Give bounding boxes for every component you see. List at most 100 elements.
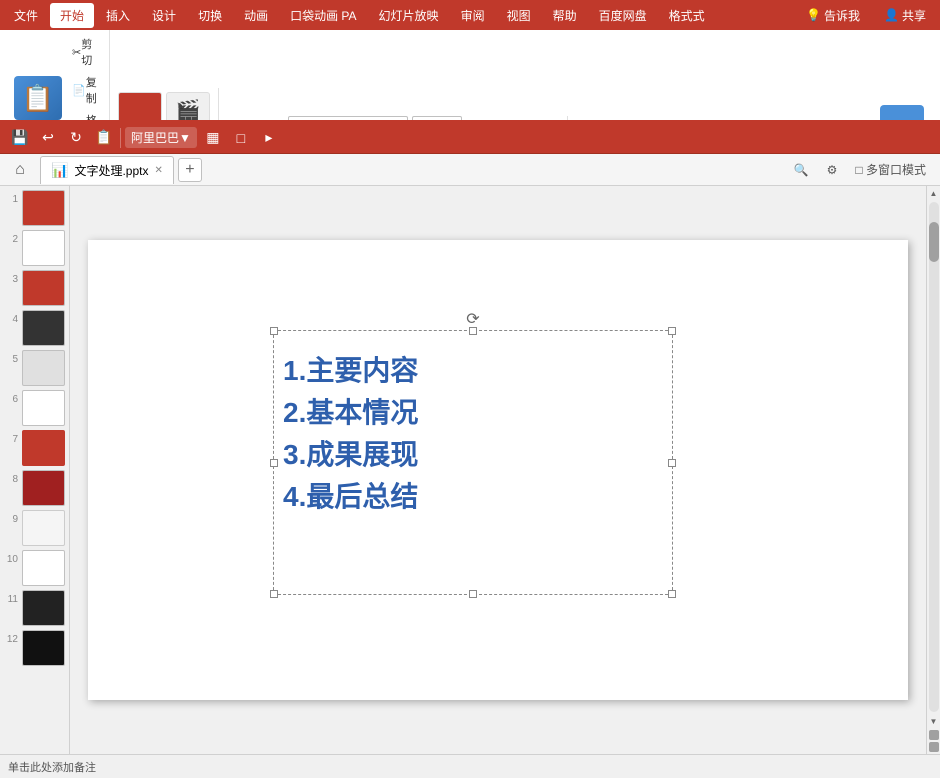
- slide-img-11: [22, 590, 65, 626]
- scroll-down-button[interactable]: ▼: [927, 714, 940, 728]
- menu-insert[interactable]: 插入: [96, 3, 140, 28]
- save-quick-button[interactable]: 💾: [8, 126, 32, 150]
- settings-tab-btn[interactable]: ⚙: [821, 161, 844, 179]
- quick-access-toolbar: 💾 ↩ ↻ 📋 阿里巴巴▼ ▦ □ ▸: [0, 122, 940, 154]
- rotate-handle[interactable]: ⟳: [466, 309, 479, 329]
- share-icon: 👤: [884, 8, 899, 22]
- menu-animation[interactable]: 动画: [234, 3, 278, 28]
- tab-bar: ⌂ 📊 文字处理.pptx ✕ + 🔍 ⚙ □ 多窗口模式: [0, 154, 940, 186]
- slide-thumb-4[interactable]: 4: [4, 310, 65, 346]
- paste-button[interactable]: 📋: [12, 74, 64, 122]
- clipboard-group: 📋 ✂ 剪切 📄 复制 🖌 格式刷 剪贴板: [4, 30, 110, 122]
- clipboard-quick-button[interactable]: 📋: [92, 126, 116, 150]
- save-to-baidu-button[interactable]: ☁ 保存到 百度网盘: [874, 103, 930, 122]
- format-painter-button[interactable]: 🖌 格式刷: [68, 110, 101, 122]
- handle-tl[interactable]: [270, 327, 278, 335]
- menu-bar: 文件 开始 插入 设计 切换 动画 口袋动画 PA 幻灯片放映 审阅 视图 帮助…: [0, 0, 940, 30]
- slide-thumb-8[interactable]: 8: [4, 470, 65, 506]
- slide-num-3: 3: [4, 274, 18, 285]
- font-name-quick[interactable]: 阿里巴巴▼: [125, 127, 197, 148]
- canvas-area: ⟳ 1.主要内容 2.基本情况 3.成果展现 4.最后总结: [70, 186, 926, 754]
- handle-bl[interactable]: [270, 590, 278, 598]
- menu-home[interactable]: 开始: [50, 3, 94, 28]
- scroll-zoom-in[interactable]: [929, 730, 939, 740]
- handle-tr[interactable]: [668, 327, 676, 335]
- slide-num-7: 7: [4, 434, 18, 445]
- slide-img-7: [22, 430, 65, 466]
- add-animation-button[interactable]: 🎬: [166, 92, 210, 122]
- menu-slideshow[interactable]: 幻灯片放映: [369, 3, 449, 28]
- text-line-1: 1.主要内容: [283, 350, 663, 392]
- slide-thumb-3[interactable]: 3: [4, 270, 65, 306]
- multi-window-btn[interactable]: □ 多窗口模式: [849, 159, 932, 180]
- slide-img-3: [22, 270, 65, 306]
- slide-num-1: 1: [4, 194, 18, 205]
- menu-design[interactable]: 设计: [142, 3, 186, 28]
- tab-file[interactable]: 📊 文字处理.pptx ✕: [40, 156, 174, 184]
- slide-thumb-5[interactable]: 5: [4, 350, 65, 386]
- online-slides-group: 🎬 在线幻灯片 新加动画页 在线幻灯片: [110, 88, 219, 122]
- menu-bar-right: 💡 告诉我 👤 共享: [796, 3, 936, 28]
- slide-num-11: 11: [4, 594, 18, 605]
- menu-format[interactable]: 格式式: [659, 3, 715, 28]
- slide-thumb-10[interactable]: 10: [4, 550, 65, 586]
- slide-img-4: [22, 310, 65, 346]
- toolbar-display-button[interactable]: ▦: [201, 126, 225, 150]
- slide-img-1: [22, 190, 65, 226]
- menu-pocket-animation[interactable]: 口袋动画 PA: [280, 3, 366, 28]
- menu-share[interactable]: 👤 共享: [874, 3, 936, 28]
- slide-num-12: 12: [4, 634, 18, 645]
- menu-review[interactable]: 审阅: [451, 3, 495, 28]
- redo-button[interactable]: ↻: [64, 126, 88, 150]
- scroll-thumb[interactable]: [929, 222, 939, 262]
- slide-thumb-2[interactable]: 2: [4, 230, 65, 266]
- menu-view[interactable]: 视图: [497, 3, 541, 28]
- status-notes[interactable]: 单击此处添加备注: [8, 759, 96, 775]
- lightbulb-icon: 💡: [806, 8, 821, 22]
- menu-file[interactable]: 文件: [4, 3, 48, 28]
- slide-thumb-12[interactable]: 12: [4, 630, 65, 666]
- scroll-zoom-out[interactable]: [929, 742, 939, 752]
- slide-panel: 1 2 3 4 5 6 7 8: [0, 186, 70, 754]
- slide-img-6: [22, 390, 65, 426]
- handle-bc[interactable]: [469, 590, 477, 598]
- slide-num-2: 2: [4, 234, 18, 245]
- slide-img-5: [22, 350, 65, 386]
- slide-thumb-9[interactable]: 9: [4, 510, 65, 546]
- scroll-track[interactable]: [929, 202, 939, 712]
- cut-button[interactable]: ✂ 剪切: [68, 34, 101, 70]
- undo-button[interactable]: ↩: [36, 126, 60, 150]
- toolbar-window-button[interactable]: □: [229, 126, 253, 150]
- search-tab-btn[interactable]: 🔍: [788, 161, 815, 179]
- menu-help[interactable]: 帮助: [543, 3, 587, 28]
- slide-img-2: [22, 230, 65, 266]
- slide-num-9: 9: [4, 514, 18, 525]
- handle-br[interactable]: [668, 590, 676, 598]
- slide-num-5: 5: [4, 354, 18, 365]
- online-slides-button[interactable]: [118, 92, 162, 122]
- online-slides-row: 🎬: [118, 92, 210, 122]
- slide-thumb-6[interactable]: 6: [4, 390, 65, 426]
- text-line-2: 2.基本情况: [283, 392, 663, 434]
- slide-text-content[interactable]: 1.主要内容 2.基本情况 3.成果展现 4.最后总结: [273, 340, 673, 528]
- scroll-side-buttons: [927, 728, 940, 754]
- slide-img-9: [22, 510, 65, 546]
- toolbar-more-button[interactable]: ▸: [257, 126, 281, 150]
- menu-transition[interactable]: 切换: [188, 3, 232, 28]
- main-layout: 1 2 3 4 5 6 7 8: [0, 186, 940, 754]
- menu-baidu[interactable]: 百度网盘: [589, 3, 657, 28]
- slide-thumb-1[interactable]: 1: [4, 190, 65, 226]
- home-tab-icon[interactable]: ⌂: [8, 158, 32, 182]
- slide-thumb-7[interactable]: 7: [4, 430, 65, 466]
- copy-button[interactable]: 📄 复制: [68, 72, 101, 108]
- handle-tc[interactable]: [469, 327, 477, 335]
- tab-close-button[interactable]: ✕: [154, 165, 162, 176]
- add-tab-button[interactable]: +: [178, 158, 202, 182]
- scroll-up-button[interactable]: ▲: [927, 186, 940, 200]
- slide-num-10: 10: [4, 554, 18, 565]
- menu-tell-me[interactable]: 💡 告诉我: [796, 3, 870, 28]
- text-line-3: 3.成果展现: [283, 434, 663, 476]
- slide-canvas[interactable]: ⟳ 1.主要内容 2.基本情况 3.成果展现 4.最后总结: [88, 240, 908, 700]
- slide-img-12: [22, 630, 65, 666]
- slide-thumb-11[interactable]: 11: [4, 590, 65, 626]
